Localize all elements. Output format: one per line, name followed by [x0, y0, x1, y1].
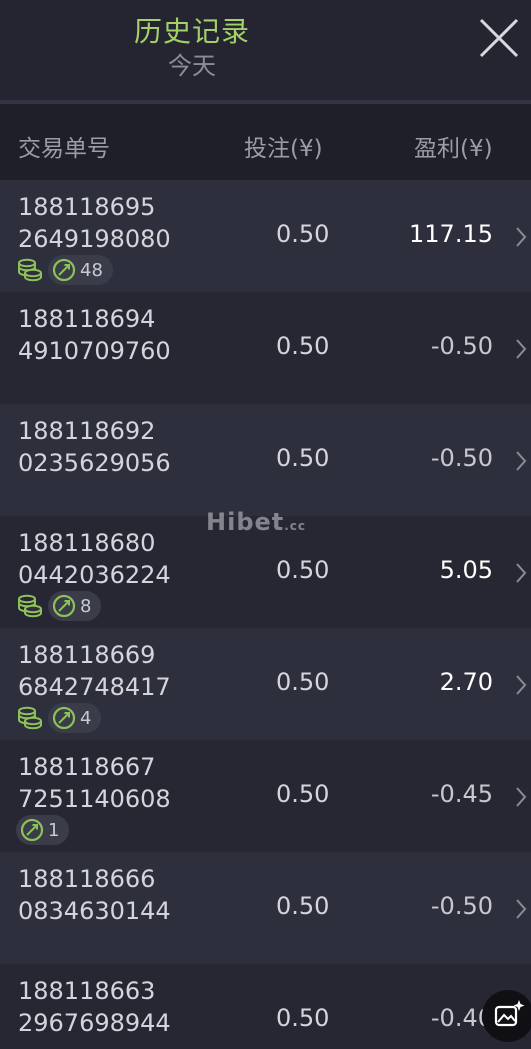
column-profit: 盈利(¥) — [414, 136, 493, 162]
table-row[interactable]: 188118667 7251140608 1 0.50 -0.45 — [0, 740, 531, 852]
soccer-ball-icon — [52, 594, 76, 618]
order-number: 188118680 0442036224 — [18, 527, 171, 591]
table-row[interactable]: 188118692 0235629056 0.50 -0.50 — [0, 404, 531, 516]
order-number-line1: 188118694 — [18, 305, 156, 333]
bet-amount: 0.50 — [276, 444, 330, 472]
coin-stack-icon — [18, 258, 42, 282]
profit-amount: 117.15 — [409, 220, 493, 248]
bet-amount: 0.50 — [276, 892, 330, 920]
order-number-line1: 188118692 — [18, 417, 156, 445]
order-number: 188118667 7251140608 — [18, 751, 171, 815]
match-count-badge: 8 — [48, 591, 102, 621]
table-row[interactable]: 188118694 4910709760 0.50 -0.50 — [0, 292, 531, 404]
image-sparkle-icon — [494, 1000, 525, 1027]
bet-badges: 8 — [16, 590, 102, 622]
order-number: 188118666 0834630144 — [18, 863, 171, 927]
chevron-right-icon — [516, 787, 527, 807]
order-number-line1: 188118680 — [18, 529, 156, 557]
order-number-line1: 188118695 — [18, 193, 156, 221]
table-header: 交易单号 投注(¥) 盈利(¥) — [0, 104, 531, 180]
bet-amount: 0.50 — [276, 1004, 330, 1032]
floating-action-button[interactable] — [482, 990, 531, 1042]
order-number: 188118694 4910709760 — [18, 303, 171, 367]
header: 历史记录 今天 — [0, 0, 531, 100]
history-list: 188118695 2649198080 48 0.50 117.15 188118694… — [0, 180, 531, 1049]
watermark-brand: Hibet — [206, 508, 285, 536]
match-count: 8 — [80, 595, 92, 617]
order-number-line2: 6842748417 — [18, 673, 171, 701]
bet-amount: 0.50 — [276, 668, 330, 696]
close-icon — [479, 18, 519, 58]
chevron-right-icon — [516, 675, 527, 695]
profit-amount: 2.70 — [439, 668, 493, 696]
soccer-ball-icon — [20, 818, 44, 842]
order-number-line2: 0442036224 — [18, 561, 171, 589]
table-row[interactable]: 188118695 2649198080 48 0.50 117.15 — [0, 180, 531, 292]
order-number: 188118692 0235629056 — [18, 415, 171, 479]
bet-amount: 0.50 — [276, 556, 330, 584]
match-count-badge: 48 — [48, 255, 113, 285]
bet-badges: 48 — [16, 254, 113, 286]
watermark: Hibet.cc — [206, 508, 306, 536]
order-number-line1: 188118667 — [18, 753, 156, 781]
table-row[interactable]: 188118669 6842748417 4 0.50 2.70 — [0, 628, 531, 740]
bet-amount: 0.50 — [276, 220, 330, 248]
order-number-line1: 188118669 — [18, 641, 156, 669]
match-count-badge: 1 — [16, 815, 70, 845]
bet-badges: 4 — [16, 702, 102, 734]
page-title: 历史记录 — [133, 15, 250, 48]
watermark-suffix: .cc — [284, 519, 307, 533]
profit-amount: -0.50 — [430, 444, 493, 472]
match-count-badge: 4 — [48, 703, 102, 733]
date-filter-label: 今天 — [168, 52, 216, 80]
order-number-line2: 7251140608 — [18, 785, 171, 813]
soccer-ball-icon — [52, 706, 76, 730]
order-number-line1: 188118666 — [18, 865, 156, 893]
profit-amount: -0.50 — [430, 892, 493, 920]
bet-amount: 0.50 — [276, 780, 330, 808]
order-number: 188118663 2967698944 — [18, 975, 171, 1039]
chevron-right-icon — [516, 899, 527, 919]
chevron-right-icon — [516, 227, 527, 247]
order-number-line2: 4910709760 — [18, 337, 171, 365]
bet-badges: 1 — [16, 814, 70, 846]
order-number-line2: 0834630144 — [18, 897, 171, 925]
chevron-right-icon — [516, 563, 527, 583]
order-number: 188118695 2649198080 — [18, 191, 171, 255]
coin-stack-icon — [18, 706, 42, 730]
close-button[interactable] — [477, 16, 521, 60]
table-row[interactable]: 188118663 2967698944 0.50 -0.40 — [0, 964, 531, 1049]
bet-amount: 0.50 — [276, 332, 330, 360]
match-count: 1 — [48, 819, 60, 841]
order-number-line2: 2649198080 — [18, 225, 171, 253]
order-number-line2: 2967698944 — [18, 1009, 171, 1037]
chevron-right-icon — [516, 451, 527, 471]
order-number-line2: 0235629056 — [18, 449, 171, 477]
column-bet: 投注(¥) — [244, 136, 323, 162]
profit-amount: -0.45 — [430, 780, 493, 808]
match-count: 4 — [80, 707, 92, 729]
coin-stack-icon — [18, 594, 42, 618]
table-row[interactable]: 188118666 0834630144 0.50 -0.50 — [0, 852, 531, 964]
history-screen: 历史记录 今天 交易单号 投注(¥) 盈利(¥) 188118695 264919… — [0, 0, 531, 1049]
order-number: 188118669 6842748417 — [18, 639, 171, 703]
match-count: 48 — [80, 259, 103, 281]
profit-amount: -0.50 — [430, 332, 493, 360]
chevron-right-icon — [516, 339, 527, 359]
order-number-line1: 188118663 — [18, 977, 156, 1005]
column-order-no: 交易单号 — [18, 136, 110, 162]
profit-amount: 5.05 — [439, 556, 493, 584]
soccer-ball-icon — [52, 258, 76, 282]
